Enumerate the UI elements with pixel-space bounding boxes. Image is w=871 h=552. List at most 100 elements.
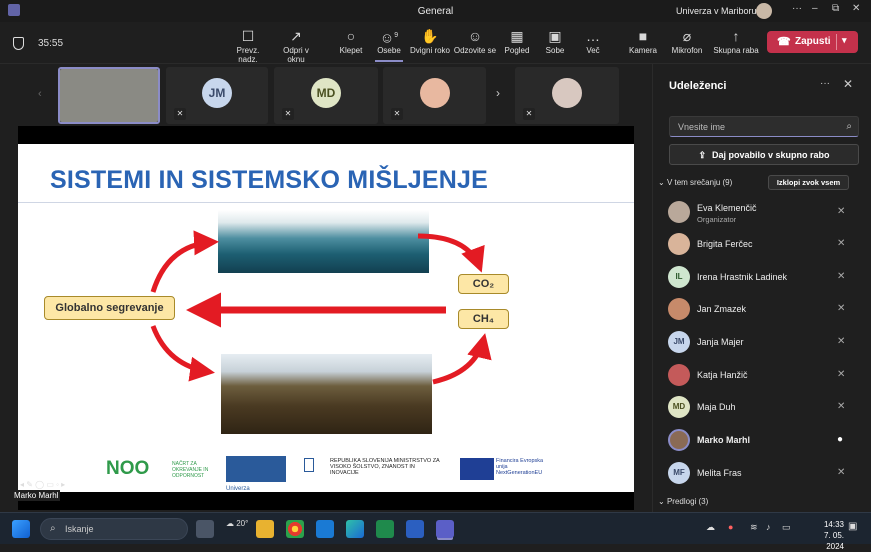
wifi-icon[interactable]: ≋ bbox=[750, 522, 758, 533]
noo-logo-text: NAČRT ZA OKREVANJE IN ODPORNOST bbox=[172, 461, 209, 479]
share-invite-button[interactable]: ⇪ Daj povabilo v skupno rabo bbox=[669, 144, 859, 165]
clock-date: 7. 05. 2024 bbox=[823, 531, 844, 551]
participant-row[interactable]: JM Janja Majer ✕ bbox=[668, 328, 868, 358]
chevron-left-icon[interactable]: ‹ bbox=[38, 88, 42, 100]
arrow-to-co2 bbox=[417, 233, 485, 273]
participant-row[interactable]: MF Melita Fras ✕ bbox=[668, 459, 868, 489]
mic-off-icon: ✕ bbox=[391, 108, 403, 120]
eu-text: Financira Evropska unija NextGenerationE… bbox=[496, 458, 544, 476]
people-icon: ☺9 bbox=[379, 29, 399, 46]
avatar: MD bbox=[668, 396, 690, 418]
mic-in-use-icon[interactable]: ● bbox=[728, 522, 733, 532]
video-tile[interactable] bbox=[58, 67, 160, 124]
take-control-icon: ☐ bbox=[241, 28, 255, 44]
participant-search-input[interactable]: Vnesite ime ⌕ bbox=[669, 116, 859, 137]
mic-off-icon: ✕ bbox=[837, 401, 846, 412]
mute-all-button[interactable]: Izklopi zvok vsem bbox=[768, 175, 849, 190]
close-button[interactable]: ✕ bbox=[852, 3, 860, 14]
participant-row[interactable]: Eva Klemenčič Organizator ✕ bbox=[668, 198, 868, 228]
more-options-icon[interactable]: ··· bbox=[820, 78, 830, 89]
video-tile[interactable]: ✕ bbox=[383, 67, 486, 124]
video-tile[interactable]: ✕ bbox=[515, 67, 619, 124]
edge-icon[interactable] bbox=[346, 520, 364, 538]
word-icon[interactable] bbox=[406, 520, 424, 538]
taskbar-clock[interactable]: 14:33 7. 05. 2024 bbox=[810, 519, 844, 552]
shield-icon bbox=[13, 37, 24, 50]
raise-hand-label: Dvigni roko bbox=[409, 46, 450, 55]
participant-name: Irena Hrastnik Ladinek bbox=[697, 272, 788, 282]
participant-row[interactable]: IL Irena Hrastnik Ladinek ✕ bbox=[668, 263, 868, 293]
close-icon[interactable]: ✕ bbox=[843, 77, 853, 91]
battery-icon[interactable]: ▭ bbox=[782, 522, 791, 533]
people-count: 9 bbox=[394, 32, 399, 39]
search-icon: ⌕ bbox=[846, 121, 852, 132]
mic-button[interactable]: ⌀ Mikrofon bbox=[665, 26, 709, 55]
eu-flag-icon bbox=[460, 458, 494, 480]
participant-row[interactable]: Katja Hanžič ✕ bbox=[668, 361, 868, 391]
participant-row[interactable]: Brigita Ferčec ✕ bbox=[668, 230, 868, 260]
participant-name: Melita Fras bbox=[697, 468, 742, 478]
teams-icon[interactable] bbox=[436, 520, 454, 538]
video-tile[interactable]: JM ✕ bbox=[166, 67, 268, 124]
mic-off-icon: ✕ bbox=[837, 369, 846, 380]
windows-start-icon[interactable] bbox=[12, 520, 30, 538]
mic-off-icon: ✕ bbox=[837, 467, 846, 478]
popout-button[interactable]: ↗ Odpri v oknu bbox=[274, 26, 318, 64]
minimize-button[interactable]: – bbox=[812, 3, 818, 14]
excel-icon[interactable] bbox=[376, 520, 394, 538]
participant-row[interactable]: Jan Zmazek ✕ bbox=[668, 295, 868, 325]
task-view-icon[interactable] bbox=[196, 520, 214, 538]
cloud-icon[interactable]: ☁ bbox=[706, 522, 715, 533]
participant-row[interactable]: MD Maja Duh ✕ bbox=[668, 393, 868, 423]
chevron-right-icon[interactable]: › bbox=[496, 86, 500, 100]
more-button[interactable]: … Več bbox=[571, 26, 615, 55]
take-control-button[interactable]: ☐ Prevz. nadz. bbox=[226, 26, 270, 64]
weather-widget[interactable]: ☁ 20° bbox=[226, 519, 248, 528]
mic-off-icon: ✕ bbox=[837, 206, 846, 217]
share-button[interactable]: ↑ Skupna raba bbox=[713, 26, 759, 55]
in-meeting-header[interactable]: ⌄ V tem srečanju (9) bbox=[658, 178, 732, 187]
video-tile[interactable]: MD ✕ bbox=[274, 67, 378, 124]
presentation-controls[interactable]: ◂ ✎ ◯ ▭ ◦ ▸ bbox=[20, 480, 65, 489]
presentation-slide: SISTEMI IN SISTEMSKO MIŠLJENJE Globalno … bbox=[18, 144, 634, 504]
suggestions-header[interactable]: ⌄ Predlogi (3) bbox=[658, 497, 708, 506]
chrome-icon[interactable] bbox=[286, 520, 304, 538]
chat-label: Klepet bbox=[339, 46, 363, 55]
people-button[interactable]: ☺9 Osebe bbox=[367, 26, 411, 62]
camera-button[interactable]: ■ Kamera bbox=[621, 26, 665, 55]
phone-icon: ☎ bbox=[777, 36, 791, 48]
avatar bbox=[668, 364, 690, 386]
org-name[interactable]: Univerza v Mariboru bbox=[676, 6, 757, 16]
share-label: Skupna raba bbox=[713, 46, 759, 55]
maximize-button[interactable]: ⧉ bbox=[832, 3, 839, 14]
participant-name: Maja Duh bbox=[697, 402, 736, 412]
share-icon: ⇪ bbox=[698, 150, 706, 160]
react-label: Odzovite se bbox=[453, 46, 497, 55]
leave-button[interactable]: ☎ Zapusti ▾ bbox=[767, 31, 858, 53]
camera-off-icon: ■ bbox=[638, 28, 648, 44]
react-button[interactable]: ☺ Odzovite se bbox=[453, 26, 497, 55]
avatar: IL bbox=[668, 266, 690, 288]
mic-off-icon: ✕ bbox=[837, 303, 846, 314]
taskbar-search[interactable]: ⌕ Iskanje bbox=[40, 518, 188, 540]
mic-label: Mikrofon bbox=[671, 46, 703, 55]
video-gallery: ‹ JM ✕ MD ✕ ✕ › ✕ bbox=[0, 64, 652, 126]
avatar: JM bbox=[202, 77, 232, 108]
participant-row[interactable]: Marko Marhl ● bbox=[668, 426, 868, 456]
slide-letterbox-top bbox=[18, 126, 634, 144]
popout-label: Odpri v oknu bbox=[283, 46, 309, 64]
notifications-icon[interactable]: ▣ bbox=[848, 521, 857, 532]
mic-off-icon: ✕ bbox=[837, 238, 846, 249]
volume-icon[interactable]: ♪ bbox=[766, 522, 771, 532]
more-icon[interactable]: ··· bbox=[792, 3, 802, 14]
search-placeholder: Vnesite ime bbox=[678, 122, 726, 132]
outlook-icon[interactable] bbox=[316, 520, 334, 538]
share-icon: ↑ bbox=[732, 28, 740, 44]
profile-avatar[interactable] bbox=[756, 3, 772, 19]
rooms-label: Sobe bbox=[545, 46, 565, 55]
raise-hand-button[interactable]: ✋ Dvigni roko bbox=[408, 26, 452, 55]
file-explorer-icon[interactable] bbox=[256, 520, 274, 538]
windows-taskbar: ⌕ Iskanje ☁ 20° ☁ ● ≋ ♪ ▭ 14:33 7. 05. 2… bbox=[0, 512, 871, 551]
chevron-down-icon[interactable]: ▾ bbox=[842, 35, 847, 46]
mic-off-icon: ✕ bbox=[837, 336, 846, 347]
